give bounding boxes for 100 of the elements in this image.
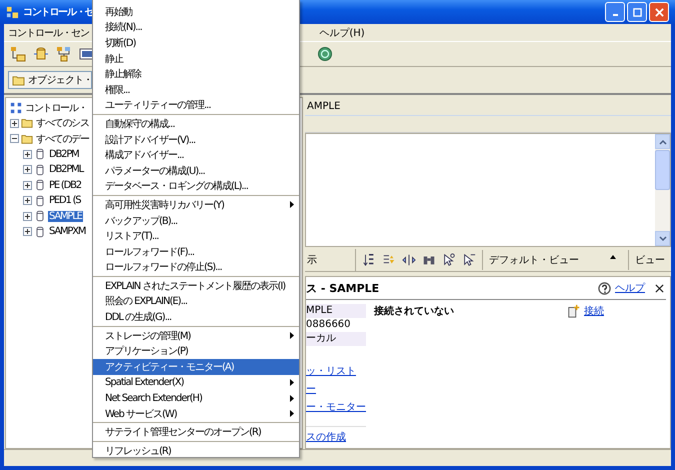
scroll-up-icon[interactable] [658, 138, 666, 144]
tree-item[interactable]: SAMPLE [48, 210, 83, 222]
menu-item[interactable]: パラメーターの構成(U)... [93, 162, 299, 179]
database-icon [34, 226, 46, 238]
menu-item[interactable]: DDL の生成(G)... [93, 309, 299, 325]
help-icon[interactable] [598, 282, 611, 294]
object-view-combo[interactable]: オブジェクト・ [8, 71, 92, 89]
menu-item[interactable]: 静止解除 [93, 66, 299, 82]
maximize-icon [632, 8, 642, 16]
help-link[interactable]: ヘルプ [615, 281, 645, 295]
app-icon [6, 6, 19, 18]
dropdown-arrow-icon [610, 255, 616, 259]
menu-item[interactable]: リストア(T)... [93, 228, 299, 244]
submenu-arrow-icon [290, 394, 294, 402]
maximize-button[interactable] [627, 2, 647, 22]
tree-item[interactable]: すべてのシス [35, 116, 90, 130]
menu-item[interactable]: ロールフォワードの停止(S)... [93, 260, 299, 276]
property-value: MPLE [306, 304, 366, 318]
menu-item[interactable]: 切断(D) [93, 35, 299, 51]
connect-icon[interactable] [567, 304, 581, 318]
property-value: 0886660 [306, 318, 352, 332]
object-view-label: オブジェクト・ [28, 74, 91, 87]
folder-icon [21, 132, 33, 145]
tree-item[interactable]: DB2PM [48, 148, 80, 160]
action-link[interactable]: ッ・リスト [306, 364, 366, 378]
details-title: ス - SAMPLE [306, 280, 380, 296]
expand-icon[interactable] [23, 165, 32, 174]
menu-item[interactable]: データベース・ロギングの構成(L)... [93, 178, 299, 194]
menu-item[interactable]: ロールフォワード(F)... [93, 244, 299, 260]
database-icon [34, 194, 46, 207]
view-combo[interactable]: デフォルト・ビュー [482, 250, 622, 270]
menu-item[interactable]: ストレージの管理(M) [93, 328, 299, 344]
minimize-icon [612, 14, 618, 16]
database-icon [34, 164, 46, 176]
menu-item[interactable]: リフレッシュ(R) [93, 443, 299, 459]
connection-status: 接続されていない [374, 304, 454, 319]
object-path: AMPLE [307, 100, 340, 112]
menu-item[interactable]: アクティビティー・モニター(A) [93, 359, 299, 375]
close-button[interactable] [649, 2, 669, 22]
folder-tree-icon[interactable] [10, 46, 26, 62]
menu-item[interactable]: 構成アドバイザー... [93, 147, 299, 163]
minimize-button[interactable] [605, 2, 625, 22]
sort-icon[interactable] [362, 253, 376, 267]
menu-item[interactable]: 高可用性災害時リカバリー(Y) [93, 197, 299, 213]
collapse-icon[interactable] [10, 134, 19, 144]
action-link[interactable]: スの作成 [306, 432, 346, 443]
menu-item[interactable]: 照会の EXPLAIN(E)... [93, 294, 299, 310]
submenu-arrow-icon [290, 201, 294, 208]
hierarchy-icon[interactable] [56, 46, 72, 62]
expand-icon[interactable] [10, 118, 19, 128]
menu-item[interactable]: Spatial Extender(X) [93, 374, 299, 390]
menu-item[interactable]: コントロール・セン [8, 26, 89, 40]
menu-item[interactable]: EXPLAIN されたステートメント履歴の表示(I) [93, 278, 299, 294]
menu-item[interactable]: Web サービス(W) [93, 406, 299, 422]
tree-item[interactable]: DB2PML [48, 164, 84, 176]
menu-item[interactable]: 自動保守の構成... [93, 116, 299, 132]
tree-item[interactable]: コントロール・ [24, 100, 88, 115]
control-center-icon [10, 102, 22, 114]
database-icon [34, 179, 46, 192]
tree-item[interactable]: PE (DB2 [48, 180, 82, 191]
database-tree-icon[interactable] [33, 46, 49, 62]
tree-item[interactable]: SAMPXM [48, 226, 86, 238]
expand-icon[interactable] [23, 180, 32, 190]
database-icon [34, 210, 46, 222]
property-value: ーカル [306, 332, 366, 346]
check-circle-icon[interactable] [317, 46, 333, 62]
expand-icon[interactable] [23, 196, 32, 206]
expand-icon[interactable] [23, 150, 32, 159]
folder-icon [12, 74, 25, 86]
menu-item[interactable]: 設計アドバイザー(V)... [93, 132, 299, 148]
menu-item[interactable]: 接続(N)... [93, 20, 299, 36]
menu-item[interactable]: アプリケーション(P) [93, 343, 299, 360]
action-link[interactable]: ー [306, 382, 366, 396]
menu-item[interactable]: 権限... [93, 82, 299, 98]
database-icon [34, 148, 46, 160]
pointer-icon[interactable] [442, 253, 456, 267]
menu-item[interactable]: バックアップ(B)... [93, 212, 299, 228]
tree-item[interactable]: すべてのデー [35, 132, 90, 146]
action-link[interactable]: ー・モニター [306, 400, 366, 414]
menu-item[interactable]: Net Search Extender(H) [93, 390, 299, 406]
close-icon [654, 8, 664, 16]
scrollbar[interactable] [655, 134, 670, 246]
tree-item[interactable]: PED1 (S [48, 195, 82, 206]
menu-item[interactable]: サテライト管理センターのオープン(R) [93, 424, 299, 440]
menu-item[interactable]: 再始動 [93, 4, 299, 20]
scroll-down-icon[interactable] [658, 236, 666, 242]
close-icon[interactable] [655, 284, 664, 292]
expand-icon[interactable] [23, 212, 32, 221]
menu-item[interactable]: ヘルプ(H) [319, 26, 365, 40]
pointer-icon[interactable] [462, 253, 476, 267]
connect-link[interactable]: 接続 [584, 304, 604, 318]
toolbar-label: 示 [306, 254, 318, 267]
menu-item[interactable]: 静止 [93, 50, 299, 66]
submenu-arrow-icon [290, 332, 294, 340]
expand-icon[interactable] [23, 227, 32, 236]
submenu-arrow-icon [290, 410, 294, 418]
submenu-arrow-icon [290, 378, 294, 386]
menu-item[interactable]: ユーティリティーの管理... [93, 98, 299, 114]
columns-icon[interactable] [402, 253, 416, 267]
folder-icon [21, 117, 33, 130]
